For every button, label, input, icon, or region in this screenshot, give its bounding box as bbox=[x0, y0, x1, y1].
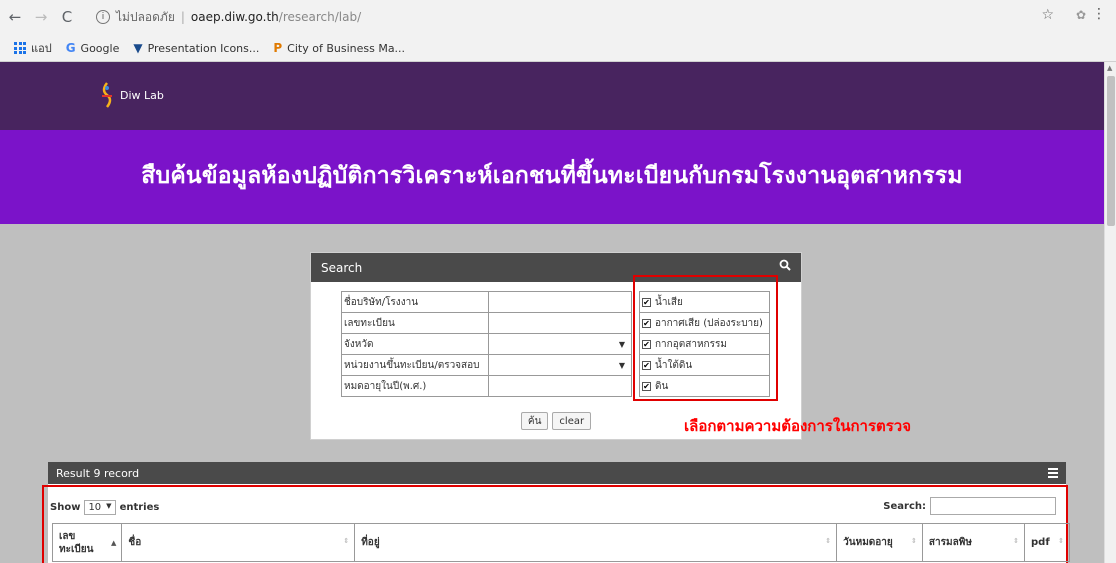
expiry-year-field[interactable] bbox=[489, 376, 631, 396]
logo-icon bbox=[102, 82, 112, 108]
result-panel-header: Result 9 record bbox=[48, 462, 1066, 484]
bookmark-label: แอป bbox=[31, 42, 52, 55]
column-header-pdf[interactable]: pdf ⇕ bbox=[1024, 523, 1070, 562]
agency-select[interactable]: ▼ bbox=[488, 354, 632, 376]
insecure-label: ไม่ปลอดภัย bbox=[116, 9, 175, 24]
sort-icon: ⇕ bbox=[343, 537, 350, 545]
search-panel-title: Search bbox=[321, 260, 363, 275]
expiry-year-input[interactable] bbox=[488, 375, 632, 397]
column-header-expiry[interactable]: วันหมดอายุ ⇕ bbox=[836, 523, 923, 562]
field-label: จังหวัด bbox=[341, 333, 489, 355]
site-logo[interactable]: Diw Lab bbox=[100, 82, 164, 108]
presentation-icon: ▼ bbox=[133, 41, 143, 55]
show-label: Show bbox=[50, 502, 81, 513]
registration-input[interactable] bbox=[488, 312, 632, 334]
bookmark-star-icon[interactable]: ☆ bbox=[1041, 7, 1054, 23]
google-icon: G bbox=[65, 41, 76, 55]
entries-label: entries bbox=[119, 502, 160, 513]
column-header-name[interactable]: ชื่อ ⇕ bbox=[121, 523, 356, 562]
page-scrollbar[interactable]: ▲ bbox=[1104, 62, 1116, 563]
bookmark-label: Google bbox=[80, 41, 120, 55]
sort-icon: ⇕ bbox=[1058, 537, 1064, 545]
field-label: หมดอายุในปี(พ.ศ.) bbox=[341, 375, 489, 397]
column-header-address[interactable]: ที่อยู่ ⇕ bbox=[354, 523, 838, 562]
field-label: หน่วยงานขึ้นทะเบียน/ตรวจสอบ bbox=[341, 354, 489, 376]
page-banner: สืบค้นข้อมูลห้องปฏิบัติการวิเคราะห์เอกชน… bbox=[0, 130, 1104, 224]
province-select[interactable]: ▼ bbox=[488, 333, 632, 355]
dropdown-arrow-icon: ▼ bbox=[618, 339, 625, 349]
bookmark-city-business[interactable]: P City of Business Ma... bbox=[273, 41, 405, 55]
entries-select[interactable]: 10 ▼ bbox=[84, 500, 116, 515]
menu-icon[interactable]: ⋮ bbox=[1092, 6, 1106, 22]
info-icon[interactable]: i bbox=[96, 10, 110, 24]
sort-icon: ⇕ bbox=[825, 537, 832, 545]
table-search-input[interactable] bbox=[930, 497, 1056, 515]
extension-icon[interactable]: ✿ bbox=[1076, 8, 1086, 22]
column-header-registration[interactable]: เลข ทะเบียน ▲ bbox=[51, 523, 123, 562]
browser-chrome: ← → C i ไม่ปลอดภัย | oaep.diw.go.th /res… bbox=[0, 0, 1116, 62]
url-path: /research/lab/ bbox=[278, 10, 362, 24]
column-header-pollutant[interactable]: สารมลพิษ ⇕ bbox=[921, 523, 1026, 562]
company-input[interactable] bbox=[488, 291, 632, 313]
sort-asc-icon: ▲ bbox=[111, 539, 117, 547]
page-title: สืบค้นข้อมูลห้องปฏิบัติการวิเคราะห์เอกชน… bbox=[141, 163, 963, 189]
bookmark-label: City of Business Ma... bbox=[287, 41, 406, 55]
bookmark-apps[interactable]: แอป bbox=[14, 39, 52, 57]
table-header-row: เลข ทะเบียน ▲ ชื่อ ⇕ ที่อยู่ ⇕ วันหมดอายุ ⇕ … bbox=[51, 523, 1070, 562]
address-row: ← → C i ไม่ปลอดภัย | oaep.diw.go.th /res… bbox=[0, 0, 1116, 34]
field-label: ชื่อบริษัท/โรงงาน bbox=[341, 291, 489, 313]
forward-icon[interactable]: → bbox=[30, 6, 52, 28]
list-icon[interactable] bbox=[1048, 468, 1058, 478]
bookmark-presentation-icons[interactable]: ▼ Presentation Icons... bbox=[133, 41, 259, 55]
highlight-box-options bbox=[633, 275, 778, 401]
search-icon[interactable] bbox=[779, 259, 791, 271]
url-host: oaep.diw.go.th bbox=[190, 10, 279, 24]
entries-control: Show 10 ▼ entries bbox=[50, 500, 159, 515]
scroll-thumb[interactable] bbox=[1107, 76, 1115, 226]
bookmarks-bar: แอป G Google ▼ Presentation Icons... P C… bbox=[0, 35, 1116, 61]
dropdown-arrow-icon: ▼ bbox=[106, 502, 112, 510]
bookmark-label: Presentation Icons... bbox=[147, 41, 260, 55]
company-field[interactable] bbox=[489, 292, 631, 312]
clear-button[interactable]: clear bbox=[552, 412, 592, 430]
results-table: เลข ทะเบียน ▲ ชื่อ ⇕ ที่อยู่ ⇕ วันหมดอายุ ⇕ … bbox=[51, 523, 1070, 562]
reload-icon[interactable]: C bbox=[56, 6, 78, 28]
field-label: เลขทะเบียน bbox=[341, 312, 489, 334]
sort-icon: ⇕ bbox=[911, 537, 917, 545]
separator: | bbox=[180, 10, 185, 24]
bookmark-google[interactable]: G Google bbox=[66, 41, 120, 55]
apps-icon bbox=[14, 42, 26, 54]
highlight-box-results: Show 10 ▼ entries Search: เลข ทะเบียน ▲ ช… bbox=[42, 485, 1070, 563]
p-icon: P bbox=[273, 41, 283, 55]
address-bar[interactable]: i ไม่ปลอดภัย | oaep.diw.go.th /research/… bbox=[96, 5, 1056, 29]
sort-icon: ⇕ bbox=[1013, 537, 1020, 545]
annotation-text: เลือกตามความต้องการในการตรวจ bbox=[684, 417, 912, 435]
table-search-label: Search: bbox=[883, 500, 926, 512]
site-header: Diw Lab bbox=[0, 62, 1104, 130]
search-button[interactable]: ค้น bbox=[520, 412, 549, 430]
scroll-up-icon[interactable]: ▲ bbox=[1107, 64, 1112, 72]
dropdown-arrow-icon: ▼ bbox=[618, 360, 625, 370]
back-icon[interactable]: ← bbox=[4, 6, 26, 28]
registration-field[interactable] bbox=[489, 313, 631, 333]
table-search: Search: bbox=[883, 497, 1056, 515]
result-title: Result 9 record bbox=[56, 466, 140, 480]
logo-text: Diw Lab bbox=[120, 88, 164, 102]
